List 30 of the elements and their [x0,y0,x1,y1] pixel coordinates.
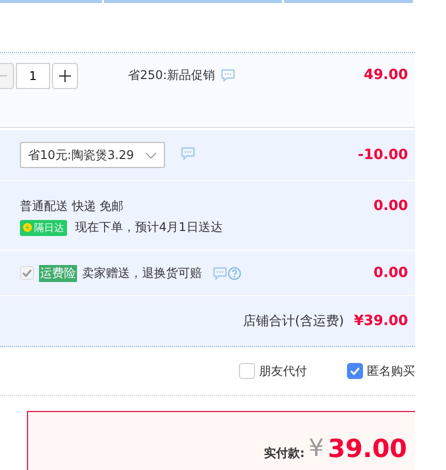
shipping-method: 普通配送 快递 免邮 [20,198,125,215]
payment-amount: 39.00 [328,434,408,463]
currency-sign: ¥ [308,434,324,462]
discount-amount: -10.00 [358,147,409,163]
store-total-amount: ¥39.00 [354,313,409,329]
checkbox[interactable] [347,363,363,379]
option-label[interactable]: 匿名购买 [367,362,415,380]
plus-icon [59,70,71,82]
coupon-select[interactable]: 省10元:陶瓷煲3.29 [20,142,165,168]
insurance-text: 卖家赠送，退换货可赔 [82,264,202,282]
checkmark-icon [350,367,360,375]
checkmark-icon [22,269,32,277]
item-price: 49.00 [364,67,409,83]
comment-icon[interactable] [181,147,195,160]
insurance-fee: 0.00 [373,265,409,281]
quantity-field[interactable]: 1 [16,63,50,89]
store-total-label: 店铺合计(含运费) [242,313,344,330]
option-label[interactable]: 朋友代付 [259,362,307,380]
help-icon[interactable] [228,266,241,280]
chevron-down-icon [145,152,157,158]
comment-icon[interactable] [213,266,227,280]
promo-text: 省250:新品促销 [128,67,215,84]
insurance-tag: 运费险 [39,264,77,282]
comment-icon[interactable] [220,69,235,82]
checkbox[interactable] [239,363,255,379]
delivery-estimate: 现在下单，预计4月1日送达 [75,219,222,236]
next-day-badge: 隔日达 [20,220,67,236]
payment-label: 实付款: [264,445,305,462]
plus-button[interactable] [52,63,78,89]
shipping-fee: 0.00 [373,198,409,216]
